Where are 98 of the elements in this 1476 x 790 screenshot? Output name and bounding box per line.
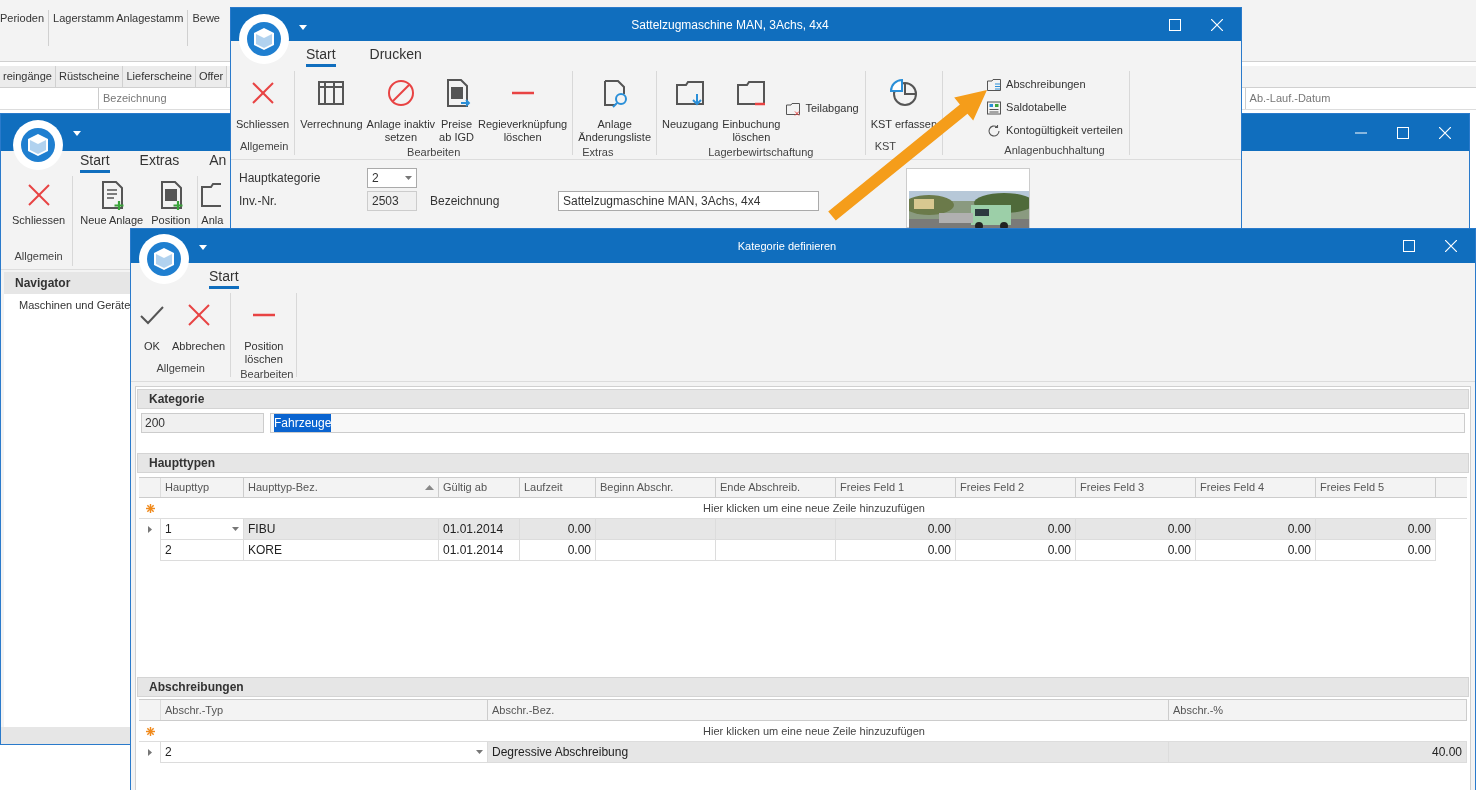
column-header[interactable]: Freies Feld 2 [956,478,1076,497]
ribbon-button[interactable]: KST erfassen [868,71,940,131]
column-header[interactable]: Abschr.-% [1169,700,1467,720]
document-tab[interactable]: Lieferscheine [123,66,196,87]
ribbon-button[interactable]: Schliessen [234,71,292,131]
table-cell: 0.00 [520,540,596,561]
column-header[interactable]: Bezeichnung [98,88,167,109]
table-cell: 0.00 [1076,519,1196,540]
ribbon-button[interactable]: Preise ab IGD [437,71,476,144]
ribbon-button[interactable]: Lagerstamm [53,10,115,27]
table-cell: 0.00 [956,540,1076,561]
dropdown-field[interactable]: 2 [367,168,417,188]
column-header[interactable]: Abschr.-Typ [161,700,488,720]
ribbon-button[interactable]: Position [147,176,195,227]
column-header[interactable]: Gültig ab [439,478,520,497]
ribbon-button[interactable]: Anla [201,176,224,227]
ribbon-button[interactable]: Neue Anlage [76,176,148,227]
ribbon-group-label: Allgemein [156,360,205,376]
document-tab[interactable]: Offer [195,66,228,87]
field-label: Hauptkategorie [239,170,322,187]
table-cell: 0.00 [1316,540,1436,561]
section-header: Haupttypen [137,453,1469,473]
input-field[interactable]: 200 [141,413,264,433]
table-row[interactable]: 1 FIBU 01.01.2014 0.00 0.00 0.00 0.00 0.00 0.00 [139,519,1436,540]
ribbon-button[interactable]: Saldotabelle [983,96,1126,119]
table-cell: 01.01.2014 [439,519,520,540]
tree-item[interactable]: Maschinen und Geräte [4,294,131,316]
ribbon-button[interactable]: Kontogültigkeit verteilen [983,119,1126,142]
column-header[interactable]: Freies Feld 3 [1076,478,1196,497]
column-header[interactable]: Freies Feld 1 [836,478,956,497]
table-cell[interactable]: 2 [161,742,488,763]
ribbon-button[interactable]: Neuzugang [660,71,721,131]
ribbon-button[interactable]: Perioden [0,10,45,27]
ribbon-button[interactable]: Anlage inaktiv setzen [364,71,438,144]
ribbon-button[interactable]: Abbrechen [170,293,228,353]
table-cell: FIBU [244,519,439,540]
document-tab[interactable]: reingänge [0,66,56,87]
column-header[interactable]: Abschr.-Bez. [488,700,1169,720]
table-cell: Degressive Abschreibung [488,742,1169,763]
window-title: Kategorie definieren [737,238,837,254]
input-field[interactable]: Fahrzeuge [270,413,1465,433]
ribbon-button[interactable]: Anlagestamm [116,10,184,27]
ribbon-group-label: Allgemein [239,138,289,154]
table-cell: 0.00 [1196,540,1316,561]
table-cell: 0.00 [1076,540,1196,561]
table-cell: 0.00 [956,519,1076,540]
section-header: Abschreibungen [137,677,1469,697]
ribbon-tab[interactable]: Extras [139,151,180,173]
table-cell[interactable]: 2 [161,540,244,561]
table-cell: 0.00 [1316,519,1436,540]
ribbon-button[interactable]: Regieverknüpfung löschen [475,71,570,144]
ribbon-tab[interactable]: Drucken [369,41,422,67]
panel-header: Navigator [4,272,131,294]
table-cell: 40.00 [1169,742,1467,763]
table-cell: 0.00 [1196,519,1316,540]
column-header[interactable]: Laufzeit [520,478,596,497]
column-header[interactable]: Freies Feld 4 [1196,478,1316,497]
table-cell[interactable]: 1 [161,519,244,540]
ribbon-group-label: Lagerbewirtschaftung [708,145,814,160]
ribbon-group-label: Bearbeiten [239,367,294,382]
table-cell: 0.00 [520,519,596,540]
field-label: Bezeichnung [430,193,501,210]
column-header[interactable]: Ende Abschreib. [716,478,836,497]
table-cell: 0.00 [836,540,956,561]
ribbon-tab[interactable]: An [209,151,227,173]
window-title: Sattelzugmaschine MAN, 3Achs, 4x4 [631,16,829,34]
ribbon-button[interactable]: Abschreibungen [983,73,1126,96]
input-field[interactable]: 2503 [367,191,417,211]
ribbon-button[interactable]: Verrechnung [298,71,365,131]
ribbon-button[interactable]: Anlage Änderungsliste [576,71,654,144]
ribbon-button[interactable]: Position löschen [242,293,286,366]
input-field[interactable]: Sattelzugmaschine MAN, 3Achs, 4x4 [558,191,819,211]
ribbon-button[interactable]: Einbuchung löschen [720,71,783,144]
new-row-hint[interactable]: Hier klicken um eine neue Zeile hinzuzufügen [161,722,1467,740]
ribbon-button[interactable]: OK [134,293,170,353]
ribbon-group-label: Bearbeiten [407,145,461,160]
document-tab[interactable]: Rüstscheine [55,66,124,87]
column-header[interactable]: Haupttyp [161,478,244,497]
ribbon-button[interactable]: Teilabgang [782,97,862,120]
field-label: Inv.-Nr. [239,193,278,210]
column-header[interactable]: Freies Feld 5 [1316,478,1436,497]
ribbon-button[interactable]: Bewe [192,10,220,27]
ribbon-button[interactable]: Schliessen [8,176,70,227]
ribbon-group-label: Anlagenbuchhaltung [1004,143,1105,158]
column-header[interactable]: Haupttyp-Bez. [244,478,439,497]
ribbon-group-label: Allgemein [14,248,63,264]
ribbon-group-label: Extras [581,145,614,160]
section-header: Kategorie [137,389,1469,409]
column-header[interactable]: Beginn Abschr. [596,478,716,497]
table-cell: 01.01.2014 [439,540,520,561]
new-row-hint[interactable]: Hier klicken um eine neue Zeile hinzuzufügen [161,499,1467,517]
column-header-label: Haupttyp-Bez. [248,480,318,496]
table-cell: KORE [244,540,439,561]
column-header[interactable]: Ab.-Lauf.-Datum [1244,88,1331,109]
table-cell: 0.00 [836,519,956,540]
table-row[interactable]: 2 KORE 01.01.2014 0.00 0.00 0.00 0.00 0.00 0.00 [139,540,1436,561]
ribbon-group-label: KST [873,138,897,154]
table-row[interactable]: 2 Degressive Abschreibung 40.00 [139,742,1467,763]
